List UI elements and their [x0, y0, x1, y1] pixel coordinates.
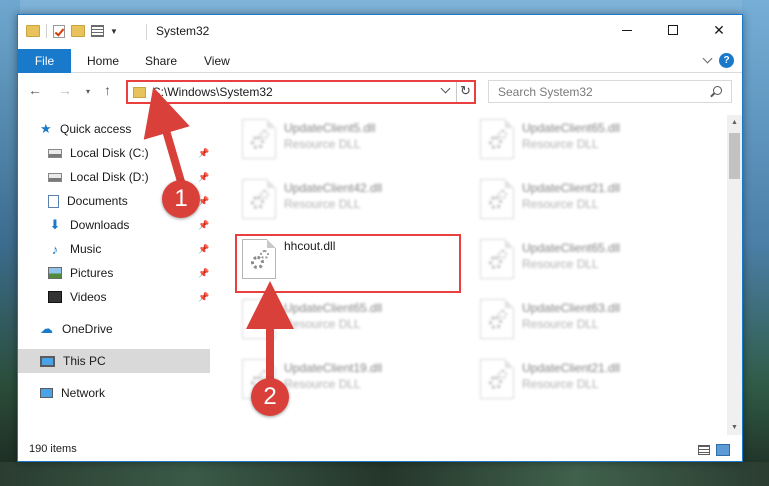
step-badge-1: 1 [162, 180, 200, 218]
arrow-1 [143, 86, 190, 189]
annotation-arrows [143, 86, 294, 384]
step-badge-2: 2 [251, 378, 289, 416]
